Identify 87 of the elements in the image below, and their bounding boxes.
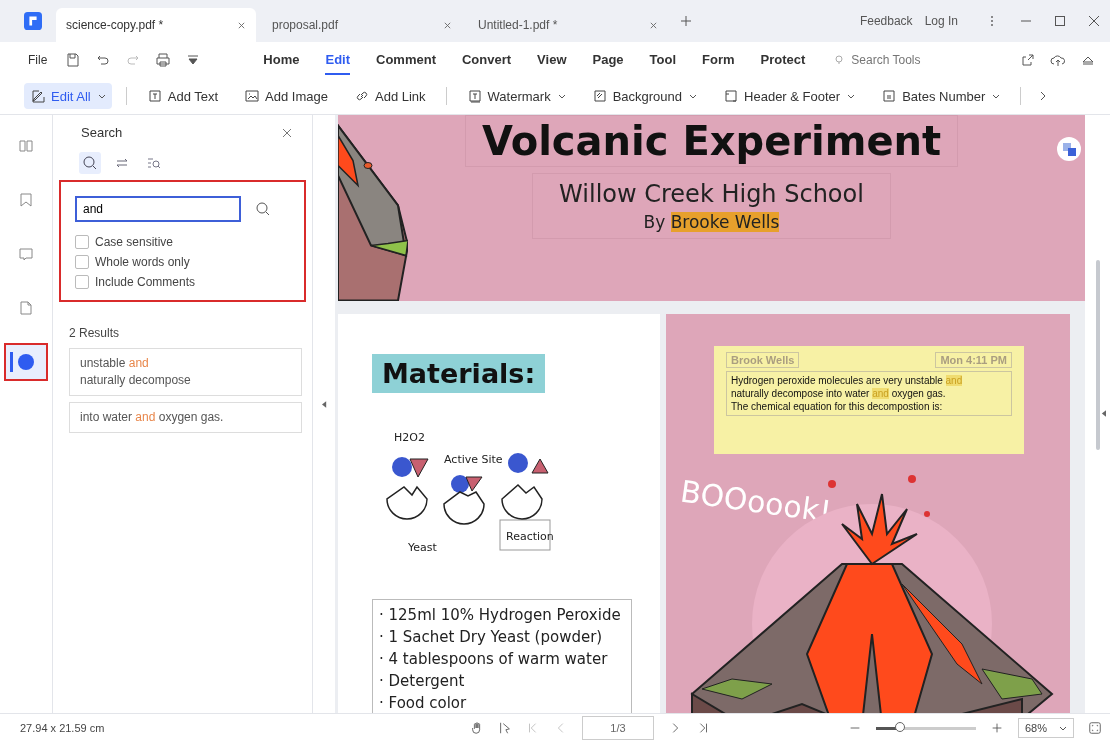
fit-page-icon[interactable] [1088, 721, 1102, 735]
materials-heading: Materials: [372, 354, 546, 393]
checkbox-label: Whole words only [95, 255, 190, 269]
share-icon[interactable] [1020, 52, 1036, 68]
expand-arrow-icon[interactable] [1101, 410, 1106, 417]
header-link[interactable]: Log In [924, 14, 958, 28]
thumbnails-icon [17, 137, 35, 155]
word-convert-icon[interactable] [1057, 137, 1081, 161]
checkbox-label: Case sensitive [95, 235, 174, 249]
checkbox[interactable] [75, 255, 89, 269]
page-size: 27.94 x 21.59 cm [20, 722, 105, 734]
toolbar-button[interactable]: Add Link [348, 83, 432, 109]
menu-tab[interactable]: Convert [462, 45, 512, 75]
cloud-upload-icon[interactable] [1050, 52, 1066, 68]
image-icon [244, 88, 261, 104]
bookmark-icon [17, 191, 35, 209]
exclamation-text: BOOoook! [678, 473, 834, 530]
edit-icon [30, 88, 46, 104]
header-link[interactable]: Feedback [859, 14, 913, 28]
text-box-icon [146, 88, 163, 104]
search-result[interactable]: unstable and naturally decompose [69, 348, 302, 396]
menu-tab[interactable]: Edit [325, 45, 351, 75]
new-tab-icon[interactable] [680, 15, 692, 27]
close-icon[interactable] [237, 20, 246, 30]
sidebar-tab[interactable] [6, 345, 46, 379]
toolbar-button[interactable]: Bates Number [875, 83, 1007, 109]
maximize-icon[interactable] [1054, 15, 1066, 27]
menu-tab[interactable]: Tool [649, 45, 677, 75]
toolbar-button[interactable]: Edit All [24, 83, 112, 109]
menu-tab[interactable]: Protect [760, 45, 806, 75]
search-field[interactable]: and [75, 196, 241, 222]
select-tool-icon[interactable] [497, 721, 512, 735]
background-icon [591, 88, 608, 104]
print-icon[interactable] [155, 52, 172, 68]
checkbox[interactable] [75, 235, 89, 249]
slider-thumb[interactable] [894, 721, 905, 732]
collapse-arrow-icon[interactable] [321, 400, 327, 408]
enzyme-diagram: H2O2 Active Site Yeast Reaction [382, 419, 572, 559]
toolbar-button[interactable]: Background [585, 83, 704, 109]
page-icon [17, 299, 35, 317]
close-icon[interactable] [282, 127, 292, 138]
menu-tab[interactable]: Page [592, 45, 624, 75]
document-tab[interactable]: science-copy.pdf * [56, 8, 256, 42]
checkbox[interactable] [75, 275, 89, 289]
document-tab[interactable]: Untitled-1.pdf * [468, 8, 668, 42]
save-icon[interactable] [65, 52, 82, 68]
menu-tab[interactable]: Form [702, 45, 735, 75]
app-logo-icon [24, 12, 42, 30]
comment-icon [17, 245, 35, 263]
results-count: 2 Results [68, 325, 121, 342]
menu-tab[interactable]: Comment [376, 45, 436, 75]
note-text: Hydrogen peroxide molecules are very unstable and naturally decompose into water and oxygen gas. The chemical equation for this decompostion is: [726, 371, 1012, 416]
document-tab[interactable]: proposal.pdf [262, 8, 462, 42]
checkbox-label: Include Comments [95, 275, 196, 289]
panel-title: Search [81, 125, 123, 140]
note-time: Mon 4:11 PM [935, 352, 1012, 368]
toolbar-button[interactable]: Add Text [140, 83, 225, 109]
close-icon[interactable] [1088, 15, 1100, 27]
scrollbar[interactable] [1095, 260, 1100, 450]
materials-item: · 1 Sachet Dry Yeast (powder) [379, 627, 604, 648]
byline: By Brooke Wells [642, 212, 781, 232]
materials-item: · Food color [379, 693, 468, 713]
close-icon[interactable] [649, 20, 658, 30]
menu-tab[interactable]: Home [263, 45, 300, 75]
toolbar-button[interactable]: Header & Footer [717, 83, 862, 109]
materials-item: · 125ml 10% Hydrogen Peroxide [379, 605, 622, 626]
lightbulb-icon [833, 54, 846, 66]
header-footer-icon [723, 88, 740, 104]
watermark-icon [466, 88, 483, 104]
page-number-field[interactable]: 1/3 [581, 716, 654, 740]
document-title: Volcanic Experiment [464, 115, 959, 167]
advanced-search-icon [146, 155, 162, 171]
comment-note[interactable]: Brook Wells Mon 4:11 PM Hydrogen peroxide molecules are very unstable and naturally decompose into water and oxygen gas. The chemical equation for this decompostion is: [714, 346, 1024, 454]
caret-icon [1059, 724, 1067, 732]
materials-item: · 4 tablespoons of warm water [379, 649, 609, 670]
file-menu[interactable]: File [28, 53, 48, 67]
close-icon[interactable] [443, 20, 452, 30]
school-name: Willow Creek High School [559, 180, 864, 208]
toolbar-button[interactable]: Watermark [460, 83, 572, 109]
note-author: Brook Wells [726, 352, 800, 368]
materials-item: · Detergent [379, 671, 466, 692]
menu-tab[interactable]: View [537, 45, 567, 75]
search-tools-field[interactable]: Search Tools [833, 52, 944, 68]
search-mode-tab[interactable] [79, 152, 101, 174]
toolbar-button[interactable]: Add Image [238, 83, 334, 109]
search-result[interactable]: into water and oxygen gas. [69, 402, 302, 433]
zoom-dropdown[interactable]: 68% [1017, 718, 1074, 738]
